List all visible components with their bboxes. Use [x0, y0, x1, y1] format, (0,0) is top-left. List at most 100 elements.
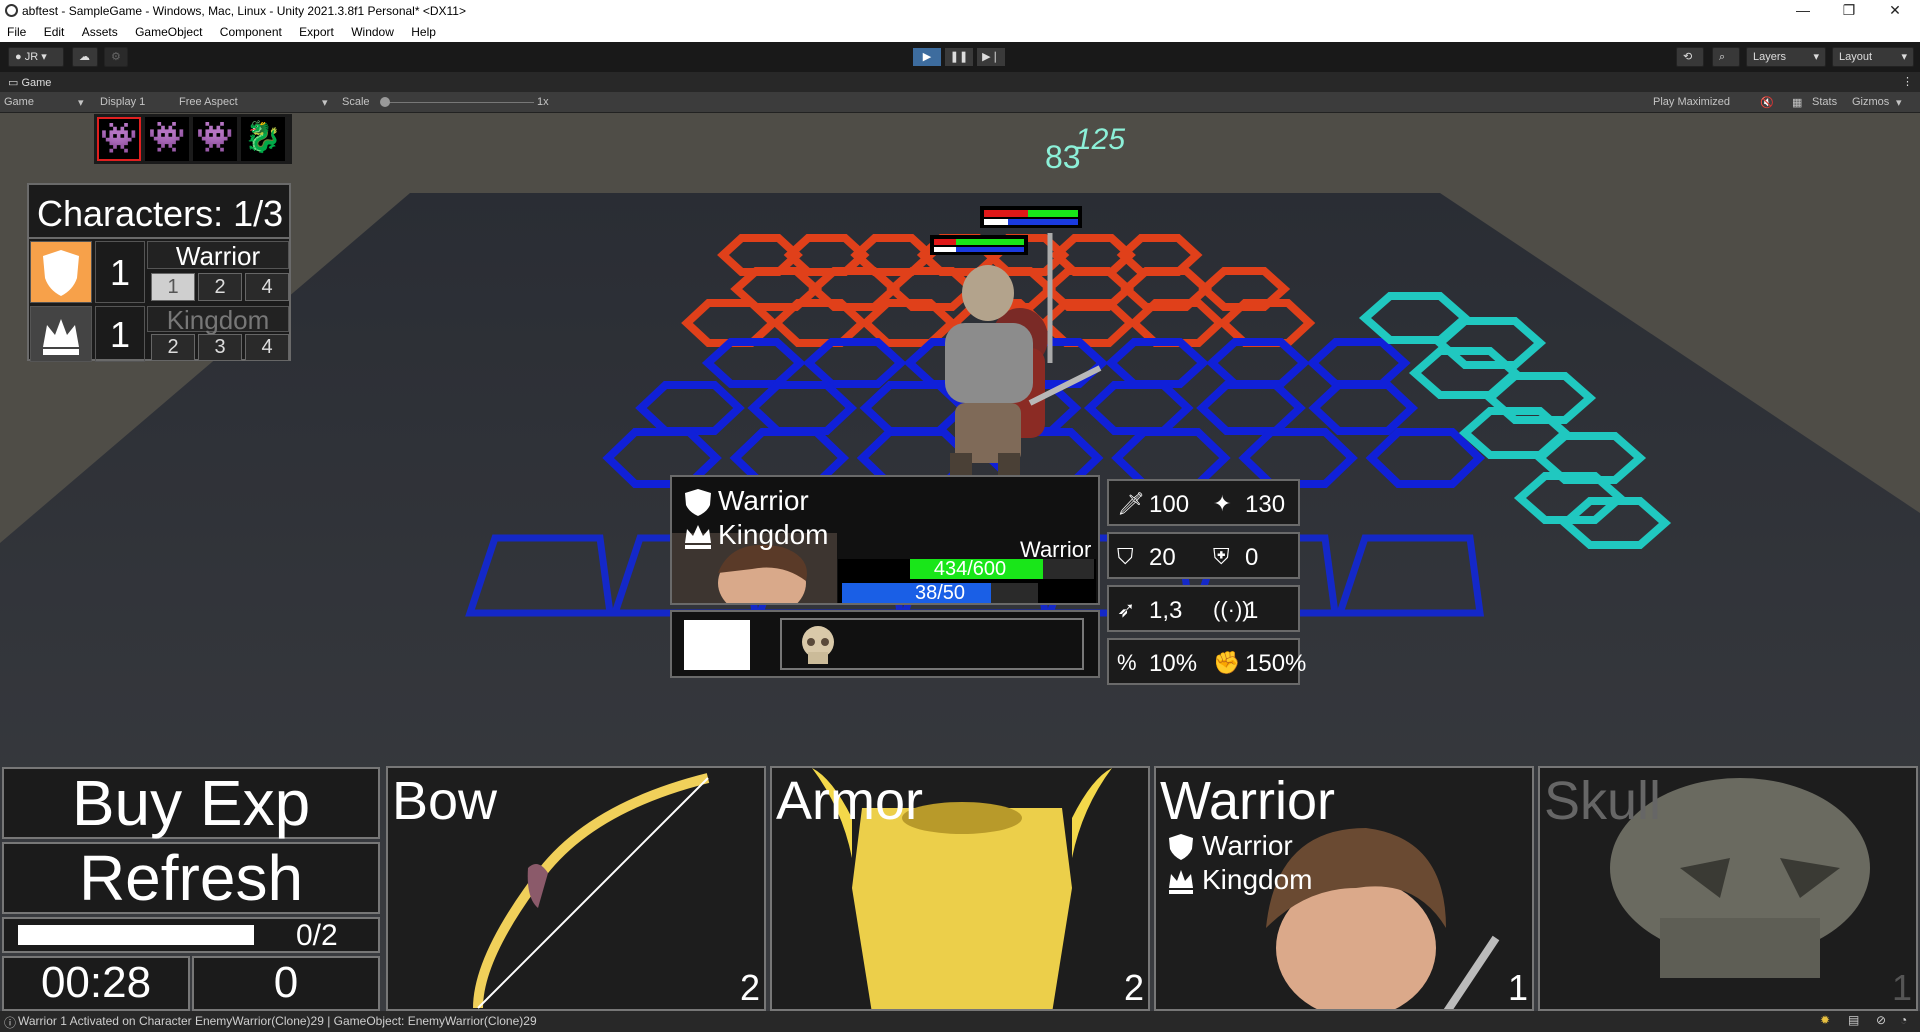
trait-count: 1 — [95, 306, 145, 362]
game-tab-strip: ▭ Game ⋮ — [0, 72, 1920, 92]
stat-value: 130 — [1245, 491, 1286, 518]
view-dropdown[interactable]: Game — [4, 96, 34, 108]
shop-card-skull[interactable]: Skull 1 — [1538, 766, 1918, 1011]
shield-icon — [682, 487, 714, 522]
unit-bars: 434/600 38/50 — [838, 559, 1096, 604]
buy-exp-button[interactable]: Buy Exp — [2, 767, 380, 839]
trait-count: 1 — [95, 241, 145, 303]
collab-icon[interactable]: ⚙ — [104, 47, 128, 67]
trait-tier: 3 — [198, 334, 242, 361]
trait-tier: 2 — [198, 273, 242, 301]
refresh-button[interactable]: Refresh — [2, 842, 380, 914]
info-icon: ⓘ — [4, 1016, 17, 1030]
search-icon[interactable]: ⌕ — [1712, 47, 1740, 67]
scale-slider-handle[interactable] — [380, 97, 390, 107]
scale-slider-track[interactable] — [384, 102, 534, 103]
scale-label: Scale — [342, 96, 370, 108]
stat-value: 1 — [1245, 597, 1259, 624]
dragon-icon[interactable]: 🐉 — [241, 117, 285, 161]
stats-button-icon[interactable]: ▦ — [1792, 96, 1802, 109]
game-tab-label: Game — [21, 77, 52, 89]
stat-value: 100 — [1149, 491, 1190, 518]
menu-export[interactable]: Export — [292, 22, 341, 39]
minimize-icon[interactable]: — — [1780, 0, 1826, 22]
menu-window[interactable]: Window — [344, 22, 401, 39]
monster-icon[interactable]: 👾 — [145, 117, 189, 161]
pause-button[interactable]: ❚❚ — [945, 48, 973, 66]
monster-red-icon[interactable]: 👾 — [97, 117, 141, 161]
card-cost: 1 — [1507, 967, 1528, 1008]
network-icon[interactable]: ⊘ — [1876, 1013, 1886, 1027]
layout-dropdown[interactable]: Layout ▾ — [1832, 47, 1914, 67]
aspect-dropdown[interactable]: Free Aspect — [179, 96, 238, 108]
maximize-icon[interactable]: ❐ — [1826, 0, 1872, 22]
trait-tier: 4 — [245, 273, 289, 301]
unit-item-slots — [670, 610, 1100, 678]
mute-icon[interactable]: 🔇 — [1760, 96, 1774, 109]
monster-icon[interactable]: 👾 — [193, 117, 237, 161]
card-cost: 1 — [1891, 967, 1912, 1008]
card-cost: 2 — [739, 967, 760, 1008]
trait-tier: 2 — [151, 334, 195, 361]
play-mode-dropdown[interactable]: Play Maximized — [1653, 96, 1730, 108]
bow-icon: ➶ — [1117, 597, 1136, 622]
menu-gameobject[interactable]: GameObject — [128, 22, 209, 39]
stat-value: 20 — [1149, 544, 1176, 571]
layers-label: Layers — [1753, 51, 1787, 63]
skull-icon — [798, 624, 838, 673]
progress-icon[interactable]: ◔ — [1900, 1013, 1907, 1027]
status-message[interactable]: Warrior 1 Activated on Character EnemyWa… — [18, 1014, 537, 1028]
characters-count: Characters: 1/3 — [37, 193, 284, 234]
menu-file[interactable]: File — [0, 22, 33, 39]
trait-tier: 4 — [245, 334, 289, 361]
card-name: Skull — [1544, 771, 1662, 831]
layers-dropdown[interactable]: Layers ▾ — [1746, 47, 1826, 67]
empty-item-slot[interactable] — [684, 620, 750, 670]
status-bar: ⓘ Warrior 1 Activated on Character Enemy… — [0, 1011, 1920, 1032]
menu-edit[interactable]: Edit — [37, 22, 72, 39]
hp-bar-track: 434/600 — [910, 559, 1094, 579]
debug-icon[interactable]: ✹ — [1820, 1013, 1830, 1027]
kingdom-trait-icon[interactable] — [30, 306, 92, 362]
history-icon[interactable]: ⟲ — [1676, 47, 1704, 67]
exp-bar-track — [18, 925, 254, 945]
stat-value: 1,3 — [1149, 597, 1183, 624]
mana-text: 38/50 — [914, 582, 966, 604]
cloud-icon[interactable]: ☁ — [72, 47, 98, 67]
shop-card-warrior[interactable]: Warrior Warrior Kingdom 1 — [1154, 766, 1534, 1011]
stat-value: 0 — [1245, 544, 1259, 571]
menu-assets[interactable]: Assets — [75, 22, 125, 39]
tab-menu-icon[interactable]: ⋮ — [1902, 75, 1913, 88]
shop-card-armor[interactable]: Armor 2 — [770, 766, 1150, 1011]
game-view-toolbar: Game ▾ Display 1 Free Aspect ▾ Scale 1x … — [0, 92, 1920, 113]
enemy-health-bar — [980, 206, 1082, 228]
gizmos-button[interactable]: Gizmos — [1852, 96, 1889, 108]
menu-help[interactable]: Help — [404, 22, 443, 39]
step-button[interactable]: ▶❘ — [977, 48, 1005, 66]
ally-health-bar — [930, 235, 1028, 255]
scale-value: 1x — [537, 96, 549, 108]
play-button[interactable]: ▶ — [913, 48, 941, 66]
cache-icon[interactable]: ▤ — [1848, 1013, 1859, 1027]
account-dropdown[interactable]: ● JR ▾ — [8, 47, 64, 67]
exp-bar-fill — [18, 925, 254, 945]
stat-row: ➶ 1,3 ((·)) 1 — [1107, 585, 1300, 632]
equipped-item-slot[interactable] — [780, 618, 1084, 670]
window-title: abftest - SampleGame - Windows, Mac, Lin… — [22, 4, 466, 18]
shield-icon — [1166, 832, 1196, 867]
game-tab[interactable]: ▭ Game — [8, 76, 51, 89]
percent-icon: % — [1117, 650, 1137, 675]
close-icon[interactable]: ✕ — [1872, 0, 1918, 22]
display-dropdown[interactable]: Display 1 — [100, 96, 145, 108]
unit-trait: Warrior — [718, 485, 809, 516]
warrior-trait-icon[interactable] — [30, 241, 92, 303]
unit-trait: Kingdom — [718, 519, 829, 550]
sparkle-icon: ✦ — [1213, 491, 1232, 516]
round-timer: 00:28 — [2, 956, 190, 1011]
crown-icon — [1166, 866, 1196, 901]
menu-component[interactable]: Component — [213, 22, 289, 39]
layout-label: Layout — [1839, 51, 1873, 63]
shop-card-bow[interactable]: Bow 2 — [386, 766, 766, 1011]
stats-button[interactable]: Stats — [1812, 96, 1837, 108]
card-trait: Warrior — [1202, 830, 1293, 861]
